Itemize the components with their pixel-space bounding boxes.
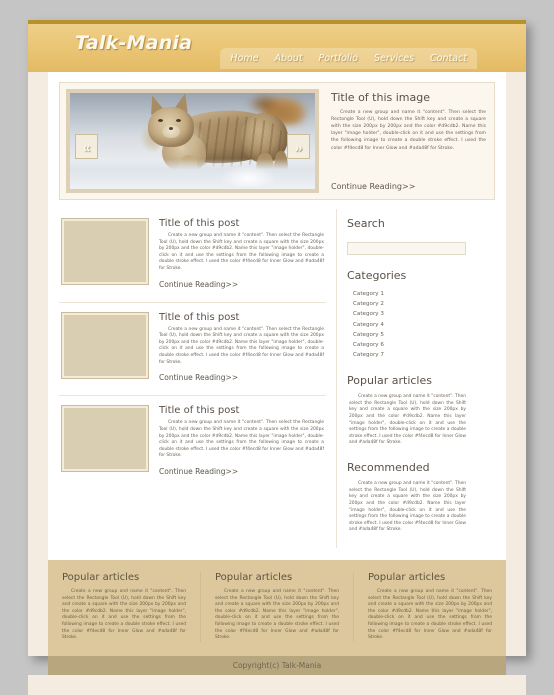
list-item: Category 4 xyxy=(353,320,466,330)
site-logo[interactable]: Talk-Mania xyxy=(75,32,192,54)
copyright-bar: Copyright(c) Talk-Mania xyxy=(48,655,506,675)
post-continue-reading-link[interactable]: Continue Reading>> xyxy=(159,467,238,476)
bobcat-nose xyxy=(169,127,173,130)
footer-column-heading: Popular articles xyxy=(215,571,293,583)
list-item: Category 7 xyxy=(353,350,466,360)
post-thumbnail[interactable] xyxy=(61,218,149,285)
footer-column: Popular articles Create a new group and … xyxy=(201,571,354,642)
category-link-2[interactable]: Category 2 xyxy=(353,299,466,309)
list-item: Category 6 xyxy=(353,340,466,350)
sidebar-categories-block: Categories Category 1 Category 2 Categor… xyxy=(347,269,466,360)
post-item: Title of this post Create a new group an… xyxy=(59,396,326,489)
post-content: Title of this post Create a new group an… xyxy=(159,312,324,386)
page-bottom-spacer xyxy=(28,674,526,695)
main-navigation: Home About Portfolio Services Contact xyxy=(220,48,477,69)
sidebar-recommended-block: Recommended Create a new group and name … xyxy=(347,461,466,534)
sidebar-popular-articles-block: Popular articles Create a new group and … xyxy=(347,374,466,447)
category-link-6[interactable]: Category 6 xyxy=(353,340,466,350)
bobcat-eye-right xyxy=(176,119,181,122)
category-link-5[interactable]: Category 5 xyxy=(353,330,466,340)
bobcat-eye-left xyxy=(158,119,163,122)
list-item: Category 3 xyxy=(353,309,466,319)
site-header: Talk-Mania Home About Portfolio Services… xyxy=(28,24,526,72)
snow-puff xyxy=(220,165,276,187)
slider-next-arrow-icon[interactable]: » xyxy=(287,134,310,159)
post-content: Title of this post Create a new group an… xyxy=(159,405,324,479)
sidebar-recommended-heading: Recommended xyxy=(347,461,430,475)
sidebar: Search Categories Category 1 Category 2 … xyxy=(336,209,468,548)
list-item: Category 1 xyxy=(353,289,466,299)
list-item: Category 2 xyxy=(353,299,466,309)
hero-image: « » xyxy=(66,89,319,193)
hero-text-panel: Title of this image Create a new group a… xyxy=(327,89,488,193)
copyright-text: Copyright(c) Talk-Mania xyxy=(232,660,322,670)
site-page: Talk-Mania Home About Portfolio Services… xyxy=(28,20,526,695)
posts-column: Title of this post Create a new group an… xyxy=(59,209,326,548)
footer-column-body: Create a new group and name it "content"… xyxy=(62,588,186,641)
post-title[interactable]: Title of this post xyxy=(159,218,324,229)
search-input[interactable] xyxy=(347,241,466,255)
categories-list: Category 1 Category 2 Category 3 Categor… xyxy=(347,289,466,360)
sidebar-search-block: Search xyxy=(347,217,466,255)
post-item: Title of this post Create a new group an… xyxy=(59,303,326,397)
footer-columns: Popular articles Create a new group and … xyxy=(48,559,506,656)
footer-column-heading: Popular articles xyxy=(368,571,446,583)
right-rail xyxy=(506,72,526,560)
footer-column: Popular articles Create a new group and … xyxy=(48,571,201,642)
post-continue-reading-link[interactable]: Continue Reading>> xyxy=(159,373,238,382)
post-item: Title of this post Create a new group an… xyxy=(59,209,326,303)
category-link-3[interactable]: Category 3 xyxy=(353,309,466,319)
post-content: Title of this post Create a new group an… xyxy=(159,218,324,292)
nav-item-about[interactable]: About xyxy=(274,53,302,64)
footer-column-heading: Popular articles xyxy=(62,571,140,583)
nav-item-home[interactable]: Home xyxy=(230,53,258,64)
sidebar-recommended-body: Create a new group and name it "content"… xyxy=(349,481,466,533)
sidebar-search-heading: Search xyxy=(347,217,385,230)
list-item: Category 5 xyxy=(353,330,466,340)
post-excerpt: Create a new group and name it "content"… xyxy=(159,233,324,272)
footer-column-body: Create a new group and name it "content"… xyxy=(215,588,339,641)
hero-title: Title of this image xyxy=(331,91,430,104)
nav-item-contact[interactable]: Contact xyxy=(430,53,467,64)
post-excerpt: Create a new group and name it "content"… xyxy=(159,420,324,459)
main-columns: Title of this post Create a new group an… xyxy=(59,209,495,548)
post-thumbnail[interactable] xyxy=(61,405,149,473)
sidebar-popular-body: Create a new group and name it "content"… xyxy=(349,394,466,446)
left-rail xyxy=(28,72,48,560)
post-title[interactable]: Title of this post xyxy=(159,405,324,416)
sidebar-categories-heading: Categories xyxy=(347,269,407,282)
footer-column-body: Create a new group and name it "content"… xyxy=(368,588,492,641)
post-thumbnail[interactable] xyxy=(61,311,149,379)
snow-foreground xyxy=(70,159,315,189)
body-wrapper: « » Title of this image Create a new gro… xyxy=(28,72,526,560)
hero-slider: « » Title of this image Create a new gro… xyxy=(59,82,495,200)
hero-continue-reading-link[interactable]: Continue Reading>> xyxy=(331,182,486,191)
category-link-4[interactable]: Category 4 xyxy=(353,320,466,330)
nav-item-services[interactable]: Services xyxy=(374,53,414,64)
nav-item-portfolio[interactable]: Portfolio xyxy=(319,53,358,64)
sidebar-popular-heading: Popular articles xyxy=(347,374,432,388)
post-continue-reading-link[interactable]: Continue Reading>> xyxy=(159,280,238,289)
post-excerpt: Create a new group and name it "content"… xyxy=(159,326,324,365)
footer-column: Popular articles Create a new group and … xyxy=(354,572,506,642)
post-title[interactable]: Title of this post xyxy=(159,312,324,323)
category-link-7[interactable]: Category 7 xyxy=(353,350,466,360)
hero-body: Create a new group and name it "content"… xyxy=(331,110,486,151)
background-rock-blur-2 xyxy=(247,93,281,115)
slider-prev-arrow-icon[interactable]: « xyxy=(75,134,98,159)
category-link-1[interactable]: Category 1 xyxy=(353,289,466,299)
content-card: « » Title of this image Create a new gro… xyxy=(48,72,506,560)
